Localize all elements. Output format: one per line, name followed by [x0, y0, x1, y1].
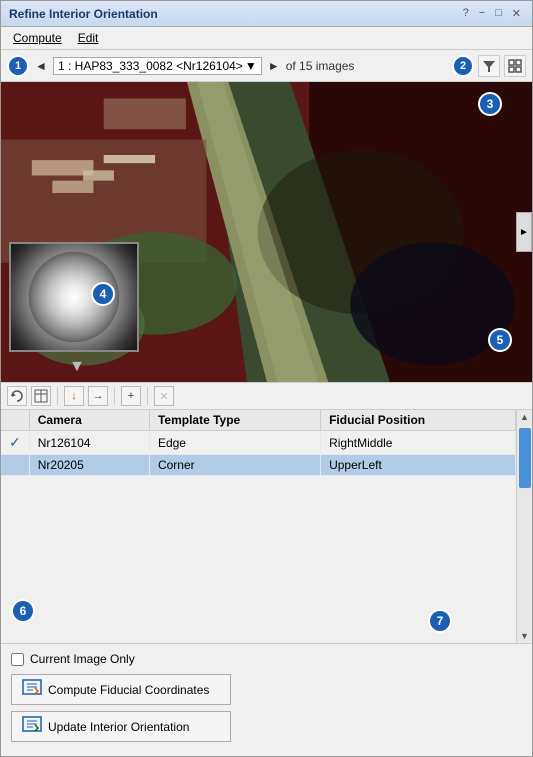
table-row[interactable]: ✓ Nr126104 Edge RightMiddle	[1, 431, 516, 455]
main-window: Refine Interior Orientation ? − □ ✕ Comp…	[0, 0, 533, 757]
help-btn[interactable]: ?	[460, 7, 472, 20]
annotation-1: 1	[7, 55, 29, 77]
window-controls: ? − □ ✕	[460, 7, 524, 20]
maximize-btn[interactable]: □	[492, 7, 505, 20]
thumbnail-nav-btn[interactable]: ▼	[69, 358, 85, 376]
current-image-label[interactable]: Current Image Only	[30, 652, 135, 666]
compute-icon	[22, 679, 42, 700]
close-btn[interactable]: ✕	[509, 7, 524, 20]
image-label: 1 : HAP83_333_0082 <Nr126104>	[58, 59, 243, 73]
prev-image-btn[interactable]: ◄	[33, 58, 49, 74]
scroll-thumb[interactable]	[519, 428, 531, 488]
table-icon	[34, 389, 48, 403]
toolbar-separator-2	[114, 387, 115, 405]
update-orientation-label: Update Interior Orientation	[48, 720, 189, 734]
toolbar-right-buttons	[478, 55, 526, 77]
annotation-2: 2	[452, 55, 474, 77]
menu-bar: Compute Edit	[1, 27, 532, 50]
menu-compute[interactable]: Compute	[5, 29, 70, 47]
image-viewer[interactable]: ▼ 3 4 ► 5	[1, 82, 532, 382]
next-image-btn[interactable]: ►	[266, 58, 282, 74]
scroll-down-btn[interactable]: ▼	[518, 629, 532, 643]
annotation-7: 7	[428, 609, 452, 633]
add-btn[interactable]: +	[121, 386, 141, 406]
grid-view-btn[interactable]	[504, 55, 526, 77]
update-icon	[22, 716, 42, 737]
current-image-checkbox-row: Current Image Only	[11, 652, 522, 666]
annotation-6: 6	[11, 599, 35, 623]
row-camera-1: Nr126104	[29, 431, 149, 455]
fiducial-table-area: Camera Template Type Fiducial Position ✓…	[1, 410, 532, 643]
table-row[interactable]: Nr20205 Corner UpperLeft	[1, 455, 516, 476]
row-check-2	[1, 455, 29, 476]
image-count-label: of 15 images	[286, 59, 355, 73]
move-down-btn[interactable]: ↓	[64, 386, 84, 406]
row-template-1: Edge	[149, 431, 320, 455]
current-image-checkbox[interactable]	[11, 653, 24, 666]
row-fiducial-1: RightMiddle	[321, 431, 516, 455]
thumbnail-panel	[9, 242, 139, 352]
scroll-up-btn[interactable]: ▲	[518, 410, 532, 424]
annotation-4: 4	[91, 282, 115, 306]
col-template: Template Type	[149, 410, 320, 431]
refresh-btn[interactable]	[7, 386, 27, 406]
row-camera-2: Nr20205	[29, 455, 149, 476]
grid-icon	[508, 59, 522, 73]
update-orientation-btn[interactable]: Update Interior Orientation	[11, 711, 231, 742]
compute-fiducial-icon	[22, 679, 42, 695]
image-toolbar: 1 ◄ 1 : HAP83_333_0082 <Nr126104> ▼ ► of…	[1, 50, 532, 82]
move-right-btn[interactable]: →	[88, 386, 108, 406]
annotation-5: 5	[488, 328, 512, 352]
minimize-btn[interactable]: −	[476, 7, 488, 20]
refresh-icon	[10, 389, 24, 403]
row-check-1: ✓	[1, 431, 29, 455]
table-scrollbar[interactable]: ▲ ▼	[516, 410, 532, 643]
table-view-btn[interactable]	[31, 386, 51, 406]
dropdown-arrow-icon: ▼	[245, 59, 257, 73]
col-fiducial: Fiducial Position	[321, 410, 516, 431]
fiducial-table: Camera Template Type Fiducial Position ✓…	[1, 410, 516, 476]
compute-fiducial-label: Compute Fiducial Coordinates	[48, 683, 209, 697]
table-toolbar: ↓ → + ✕	[1, 382, 532, 410]
filter-icon	[482, 59, 496, 73]
window-title: Refine Interior Orientation	[9, 7, 158, 21]
row-fiducial-2: UpperLeft	[321, 455, 516, 476]
toolbar-separator-3	[147, 387, 148, 405]
col-camera: Camera	[29, 410, 149, 431]
col-check	[1, 410, 29, 431]
image-selector-dropdown[interactable]: 1 : HAP83_333_0082 <Nr126104> ▼	[53, 57, 262, 75]
scroll-right-btn[interactable]: ►	[516, 212, 532, 252]
toolbar-separator	[57, 387, 58, 405]
compute-fiducial-btn[interactable]: Compute Fiducial Coordinates	[11, 674, 231, 705]
footer: Current Image Only Compute Fiducial Coor…	[1, 643, 532, 756]
update-orientation-icon	[22, 716, 42, 732]
menu-edit[interactable]: Edit	[70, 29, 107, 47]
delete-btn[interactable]: ✕	[154, 386, 174, 406]
title-bar: Refine Interior Orientation ? − □ ✕	[1, 1, 532, 27]
annotation-3: 3	[478, 92, 502, 116]
row-template-2: Corner	[149, 455, 320, 476]
filter-btn[interactable]	[478, 55, 500, 77]
